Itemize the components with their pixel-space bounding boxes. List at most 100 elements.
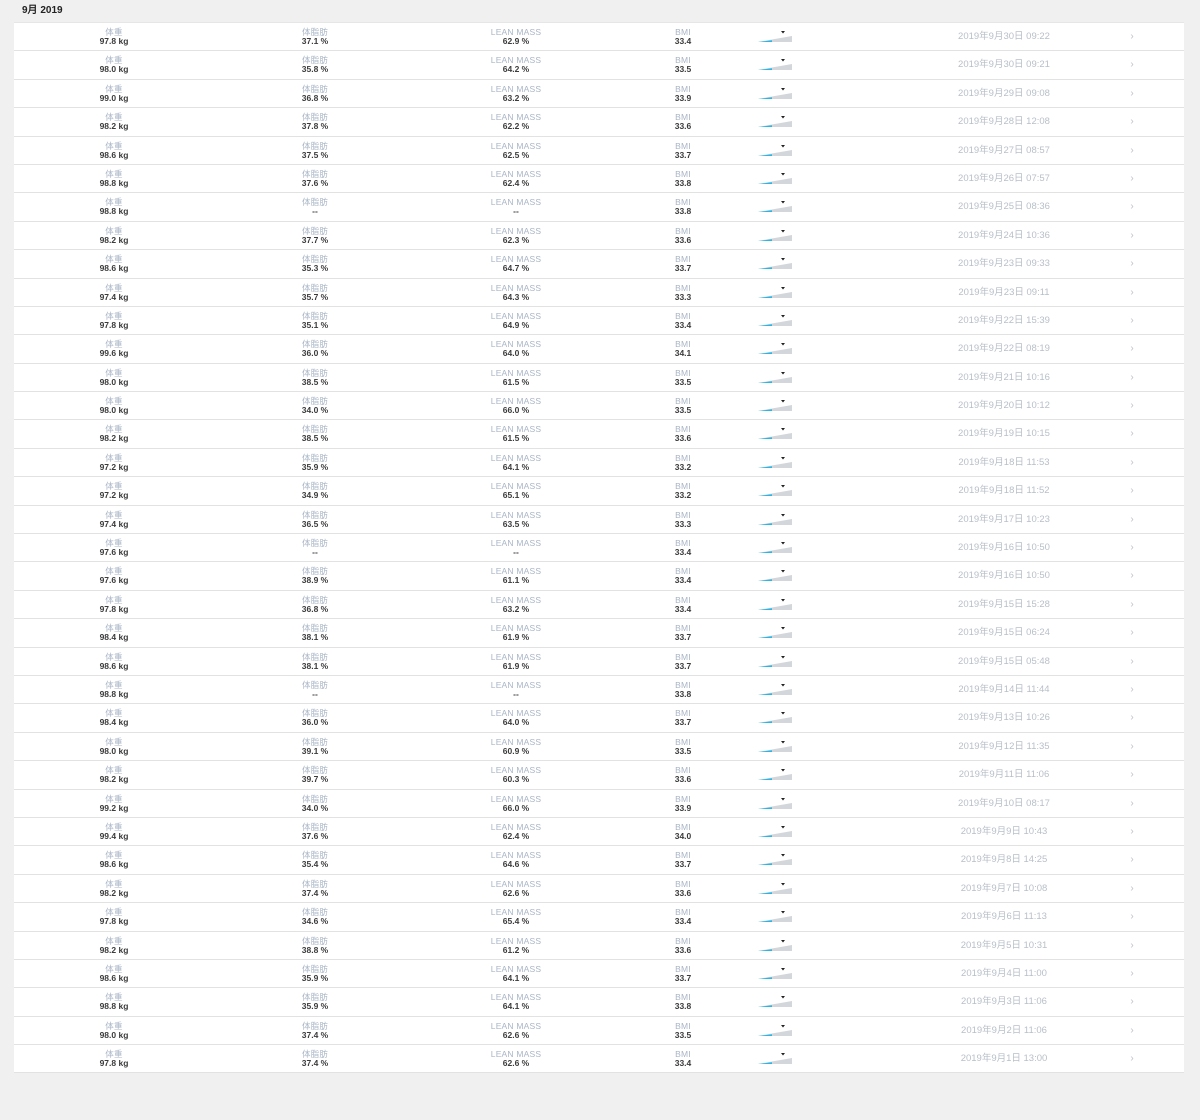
measurement-row[interactable]: 体重 98.2 kg 体脂肪 37.7 % LEAN MASS 62.3 % BMI 33.6… — [14, 222, 1184, 251]
measurement-row[interactable]: 体重 98.8 kg 体脂肪 37.6 % LEAN MASS 62.4 % BMI 33.8… — [14, 165, 1184, 194]
body-fat-cell: 体脂肪 35.7 % — [260, 283, 370, 302]
measurement-row[interactable]: 体重 98.6 kg 体脂肪 35.9 % LEAN MASS 64.1 % BMI 33.7… — [14, 960, 1184, 989]
measurement-row[interactable]: 体重 97.6 kg 体脂肪 -- LEAN MASS -- BMI 33.4 2019年9月1… — [14, 534, 1184, 563]
measurement-row[interactable]: 体重 98.4 kg 体脂肪 36.0 % LEAN MASS 64.0 % BMI 33.7… — [14, 704, 1184, 733]
gauge-track — [758, 149, 792, 156]
measurement-row[interactable]: 体重 98.6 kg 体脂肪 35.3 % LEAN MASS 64.7 % BMI 33.7… — [14, 250, 1184, 279]
body-fat-cell: 体脂肪 37.4 % — [260, 879, 370, 898]
chevron-right-icon[interactable]: › — [1124, 165, 1140, 193]
chevron-right-icon[interactable]: › — [1124, 534, 1140, 562]
measurement-row[interactable]: 体重 98.2 kg 体脂肪 38.5 % LEAN MASS 61.5 % BMI 33.6… — [14, 420, 1184, 449]
chevron-right-icon[interactable]: › — [1124, 364, 1140, 392]
measurement-row[interactable]: 体重 98.0 kg 体脂肪 38.5 % LEAN MASS 61.5 % BMI 33.5… — [14, 364, 1184, 393]
measurement-row[interactable]: 体重 97.8 kg 体脂肪 34.6 % LEAN MASS 65.4 % BMI 33.4… — [14, 903, 1184, 932]
bmi-gauge-icon — [758, 854, 792, 866]
gauge-marker — [781, 1053, 785, 1056]
chevron-right-icon[interactable]: › — [1124, 307, 1140, 335]
lean-mass-cell: LEAN MASS 62.4 % — [461, 822, 571, 841]
chevron-right-icon[interactable]: › — [1124, 335, 1140, 363]
chevron-right-icon[interactable]: › — [1124, 846, 1140, 874]
bmi-value: 33.9 — [674, 92, 692, 103]
chevron-right-icon[interactable]: › — [1124, 1045, 1140, 1073]
measurement-row[interactable]: 体重 97.8 kg 体脂肪 36.8 % LEAN MASS 63.2 % BMI 33.4… — [14, 591, 1184, 620]
measurement-row[interactable]: 体重 98.8 kg 体脂肪 -- LEAN MASS -- BMI 33.8 2019年9月1… — [14, 676, 1184, 705]
measurement-row[interactable]: 体重 98.6 kg 体脂肪 37.5 % LEAN MASS 62.5 % BMI 33.7… — [14, 137, 1184, 165]
weight-value: 97.8 kg — [99, 916, 129, 927]
chevron-right-icon[interactable]: › — [1124, 477, 1140, 505]
bmi-gauge-icon — [758, 428, 792, 440]
lean-mass-value: -- — [513, 547, 519, 558]
chevron-right-icon[interactable]: › — [1124, 250, 1140, 278]
chevron-right-icon[interactable]: › — [1124, 51, 1140, 79]
chevron-right-icon[interactable]: › — [1124, 1017, 1140, 1045]
bmi-value: 33.7 — [674, 972, 692, 983]
chevron-right-icon[interactable]: › — [1124, 932, 1140, 960]
chevron-right-icon[interactable]: › — [1124, 818, 1140, 846]
measurement-row[interactable]: 体重 98.6 kg 体脂肪 38.1 % LEAN MASS 61.9 % BMI 33.7… — [14, 648, 1184, 676]
measurement-row[interactable]: 体重 98.2 kg 体脂肪 37.4 % LEAN MASS 62.6 % BMI 33.6… — [14, 875, 1184, 904]
lean-mass-cell: LEAN MASS 66.0 % — [461, 397, 571, 415]
measurement-row[interactable]: 体重 97.8 kg 体脂肪 37.4 % LEAN MASS 62.6 % BMI 33.4… — [14, 1045, 1184, 1074]
measurement-row[interactable]: 体重 99.0 kg 体脂肪 36.8 % LEAN MASS 63.2 % BMI 33.9… — [14, 80, 1184, 109]
chevron-right-icon[interactable]: › — [1124, 23, 1140, 51]
chevron-right-icon[interactable]: › — [1124, 761, 1140, 789]
chevron-right-icon[interactable]: › — [1124, 420, 1140, 448]
chevron-right-icon[interactable]: › — [1124, 562, 1140, 590]
chevron-right-icon[interactable]: › — [1124, 960, 1140, 988]
measurement-row[interactable]: 体重 97.6 kg 体脂肪 38.9 % LEAN MASS 61.1 % BMI 33.4… — [14, 562, 1184, 591]
chevron-right-icon[interactable]: › — [1124, 875, 1140, 903]
measurement-row[interactable]: 体重 97.2 kg 体脂肪 34.9 % LEAN MASS 65.1 % BMI 33.2… — [14, 477, 1184, 506]
measurement-row[interactable]: 体重 98.2 kg 体脂肪 38.8 % LEAN MASS 61.2 % BMI 33.6… — [14, 932, 1184, 960]
lean-mass-cell: LEAN MASS 64.1 % — [461, 993, 571, 1011]
measurement-row[interactable]: 体重 99.6 kg 体脂肪 36.0 % LEAN MASS 64.0 % BMI 34.1… — [14, 335, 1184, 364]
chevron-right-icon[interactable]: › — [1124, 988, 1140, 1016]
bmi-value: 33.8 — [674, 688, 692, 699]
measurement-row[interactable]: 体重 97.4 kg 体脂肪 36.5 % LEAN MASS 63.5 % BMI 33.3… — [14, 506, 1184, 535]
measurement-row[interactable]: 体重 99.2 kg 体脂肪 34.0 % LEAN MASS 66.0 % BMI 33.9… — [14, 790, 1184, 818]
measurement-row[interactable]: 体重 98.4 kg 体脂肪 38.1 % LEAN MASS 61.9 % BMI 33.7… — [14, 619, 1184, 648]
measurement-row[interactable]: 体重 98.6 kg 体脂肪 35.4 % LEAN MASS 64.6 % BMI 33.7… — [14, 846, 1184, 875]
gauge-track — [758, 830, 792, 837]
chevron-right-icon[interactable]: › — [1124, 137, 1140, 165]
weight-value: 98.4 kg — [99, 717, 129, 728]
chevron-right-icon[interactable]: › — [1124, 733, 1140, 761]
lean-mass-cell: LEAN MASS 61.1 % — [461, 567, 571, 585]
measurement-row[interactable]: 体重 97.2 kg 体脂肪 35.9 % LEAN MASS 64.1 % BMI 33.2… — [14, 449, 1184, 478]
chevron-right-icon[interactable]: › — [1124, 676, 1140, 704]
measurement-row[interactable]: 体重 97.8 kg 体脂肪 35.1 % LEAN MASS 64.9 % BMI 33.4… — [14, 307, 1184, 336]
measurement-date: 2019年9月22日 15:39 — [958, 314, 1050, 326]
bmi-cell: BMI 33.9 — [628, 84, 738, 103]
chevron-right-icon[interactable]: › — [1124, 449, 1140, 477]
measurement-row[interactable]: 体重 98.2 kg 体脂肪 39.7 % LEAN MASS 60.3 % BMI 33.6… — [14, 761, 1184, 790]
chevron-right-icon[interactable]: › — [1124, 222, 1140, 250]
chevron-right-icon[interactable]: › — [1124, 392, 1140, 420]
weight-cell: 体重 98.6 kg — [59, 964, 169, 983]
bmi-cell: BMI 34.0 — [628, 822, 738, 841]
measurement-row[interactable]: 体重 98.2 kg 体脂肪 37.8 % LEAN MASS 62.2 % BMI 33.6… — [14, 108, 1184, 137]
measurement-row[interactable]: 体重 98.0 kg 体脂肪 37.4 % LEAN MASS 62.6 % BMI 33.5… — [14, 1017, 1184, 1046]
chevron-right-icon[interactable]: › — [1124, 506, 1140, 534]
measurement-date: 2019年9月21日 10:16 — [958, 371, 1050, 383]
chevron-right-icon[interactable]: › — [1124, 108, 1140, 136]
bmi-cell: BMI 34.1 — [628, 340, 738, 358]
measurement-row[interactable]: 体重 98.8 kg 体脂肪 35.9 % LEAN MASS 64.1 % BMI 33.8… — [14, 988, 1184, 1017]
chevron-right-icon[interactable]: › — [1124, 704, 1140, 732]
measurement-row[interactable]: 体重 98.8 kg 体脂肪 -- LEAN MASS -- BMI 33.8 2019年9月2… — [14, 193, 1184, 222]
measurement-row[interactable]: 体重 97.4 kg 体脂肪 35.7 % LEAN MASS 64.3 % BMI 33.3… — [14, 279, 1184, 307]
chevron-right-icon[interactable]: › — [1124, 790, 1140, 818]
measurement-row[interactable]: 体重 99.4 kg 体脂肪 37.6 % LEAN MASS 62.4 % BMI 34.0… — [14, 818, 1184, 847]
measurement-row[interactable]: 体重 98.0 kg 体脂肪 35.8 % LEAN MASS 64.2 % BMI 33.5… — [14, 51, 1184, 80]
chevron-right-icon[interactable]: › — [1124, 903, 1140, 931]
measurement-row[interactable]: 体重 98.0 kg 体脂肪 34.0 % LEAN MASS 66.0 % BMI 33.5… — [14, 392, 1184, 421]
body-fat-value: 39.7 % — [301, 774, 329, 785]
chevron-right-icon[interactable]: › — [1124, 279, 1140, 307]
chevron-right-icon[interactable]: › — [1124, 648, 1140, 676]
chevron-right-icon[interactable]: › — [1124, 193, 1140, 221]
chevron-right-icon[interactable]: › — [1124, 80, 1140, 108]
chevron-right-icon[interactable]: › — [1124, 591, 1140, 619]
measurement-row[interactable]: 体重 98.0 kg 体脂肪 39.1 % LEAN MASS 60.9 % BMI 33.5… — [14, 733, 1184, 762]
bmi-value: 33.5 — [674, 745, 692, 756]
gauge-marker — [781, 740, 785, 744]
measurement-row[interactable]: 体重 97.8 kg 体脂肪 37.1 % LEAN MASS 62.9 % BMI 33.4… — [14, 23, 1184, 52]
chevron-right-icon[interactable]: › — [1124, 619, 1140, 647]
